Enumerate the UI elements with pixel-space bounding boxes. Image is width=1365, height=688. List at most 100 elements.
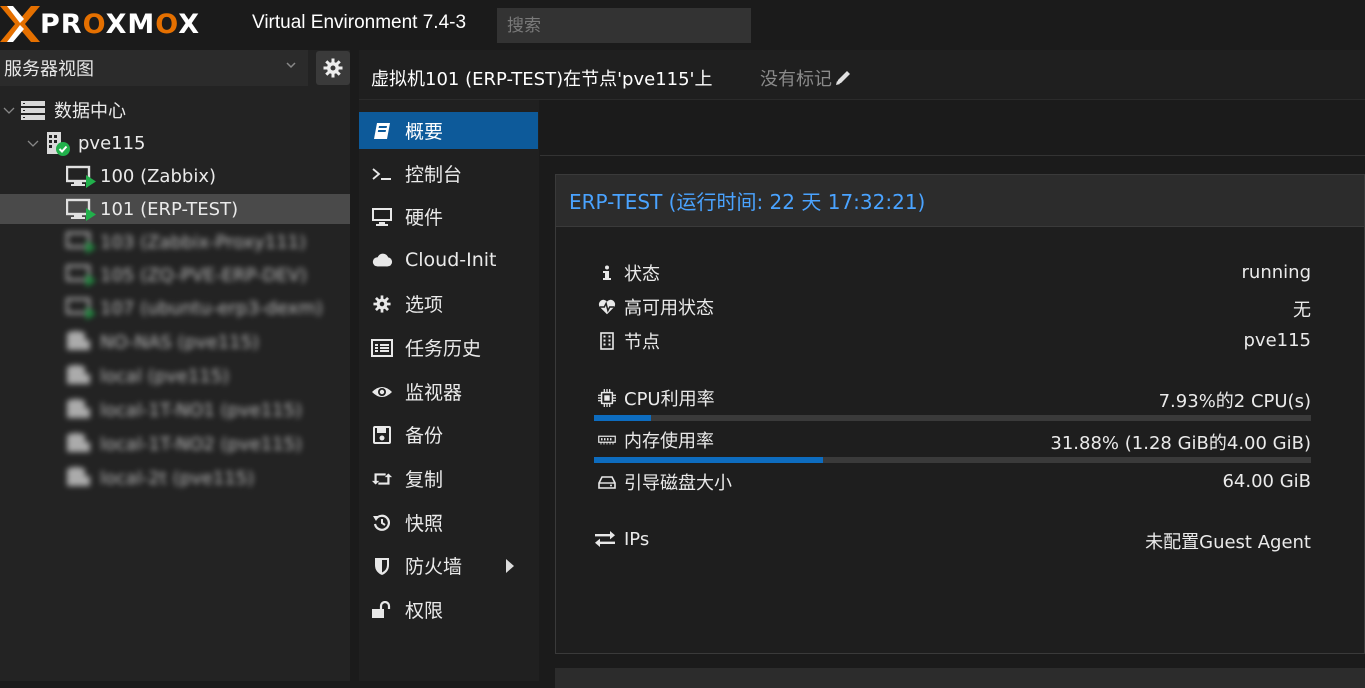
info-icon: [598, 264, 616, 282]
row-value: pve115: [1243, 330, 1311, 351]
content-header: 虚拟机101 (ERP-TEST)在节点'pve115'上 没有标记: [359, 50, 1365, 100]
tree-item-label: 数据中心: [54, 101, 126, 122]
tree-item-label: 100 (Zabbix): [100, 165, 216, 187]
tree-item-label: local-1T-NO1 (pve115): [100, 399, 303, 421]
panel-splitter[interactable]: [350, 50, 359, 681]
tree-item-storage[interactable]: local (pve115): [66, 361, 229, 391]
tree-item-label: local-1T-NO2 (pve115): [100, 433, 303, 455]
nav-item-label: Cloud-Init: [405, 248, 497, 271]
tree-item-storage[interactable]: local-1T-NO1 (pve115): [66, 395, 302, 425]
chevron-down-icon[interactable]: [26, 136, 40, 150]
logo-text: PROXMOX: [40, 8, 201, 40]
view-settings-button[interactable]: [316, 51, 350, 85]
row-status: 状态 running: [598, 259, 1311, 287]
book-icon: [371, 120, 393, 142]
status-panel: ERP-TEST (运行时间: 22 天 17:32:21) 状态 runnin…: [555, 174, 1365, 654]
nav-item-label: 概要: [405, 121, 444, 143]
nav-item-replication[interactable]: 复制: [359, 460, 538, 497]
nav-item-cloud-init[interactable]: Cloud-Init: [359, 241, 538, 278]
tree-item-storage[interactable]: local-1T-NO2 (pve115): [66, 429, 302, 459]
tree-item-vm-100[interactable]: 100 (Zabbix): [65, 161, 216, 191]
terminal-icon: [371, 163, 393, 185]
eye-icon: [371, 381, 393, 403]
tree-item-label: 103 (Zabbix-Proxy111): [100, 231, 307, 253]
panel-title: ERP-TEST (运行时间: 22 天 17:32:21): [569, 190, 926, 214]
tree-item-storage[interactable]: NO-NAS (pve115): [66, 327, 259, 357]
status-panel-header: ERP-TEST (运行时间: 22 天 17:32:21): [556, 175, 1364, 227]
vm-title: 虚拟机101 (ERP-TEST)在节点'pve115'上: [371, 69, 713, 90]
submenu-arrow-icon[interactable]: [506, 559, 514, 573]
view-select[interactable]: 服务器视图: [0, 50, 308, 86]
nav-item-task-history[interactable]: 任务历史: [359, 329, 538, 366]
tree-item-storage[interactable]: local-2t (pve115): [66, 463, 254, 493]
nav-item-options[interactable]: 选项: [359, 285, 538, 322]
nav-item-console[interactable]: 控制台: [359, 155, 538, 192]
row-cpu-usage: CPU利用率 7.93%的2 CPU(s): [598, 384, 1311, 412]
nav-item-label: 硬件: [405, 207, 444, 229]
nav-item-label: 监视器: [405, 382, 463, 404]
tree-item-label: pve115: [78, 132, 146, 154]
shield-icon: [371, 555, 393, 577]
nav-item-firewall[interactable]: 防火墙: [359, 547, 538, 584]
tree-item-label: 107 (ubuntu-erp3-dexm): [100, 297, 323, 319]
chevron-down-icon: [286, 62, 296, 69]
retweet-icon: [371, 468, 393, 490]
datacenter-icon: [20, 98, 46, 122]
building-icon: [598, 332, 616, 350]
storage-icon: [66, 466, 92, 490]
row-value: running: [1241, 262, 1311, 283]
storage-icon: [66, 364, 92, 388]
storage-icon: [66, 398, 92, 422]
nav-item-permissions[interactable]: 权限: [359, 591, 538, 628]
node-online-icon: [44, 131, 70, 156]
nav-item-snapshots[interactable]: 快照: [359, 504, 538, 541]
row-ips: IPs 未配置Guest Agent: [594, 525, 1311, 553]
memory-icon: [598, 431, 616, 449]
row-label: CPU利用率: [624, 389, 715, 410]
pencil-icon[interactable]: [834, 69, 852, 87]
row-bootdisk-size: 引导磁盘大小 64.00 GiB: [598, 468, 1311, 496]
tree-item-vm-105[interactable]: 105 (ZQ-PVE-ERP-DEV): [65, 260, 307, 290]
tree-item-node[interactable]: pve115: [26, 128, 146, 158]
proxmox-logo[interactable]: PROXMOX: [0, 4, 200, 44]
nav-item-summary[interactable]: 概要: [359, 112, 538, 149]
nav-item-label: 防火墙: [405, 556, 463, 578]
row-label: 节点: [624, 332, 660, 353]
row-memory-usage: 内存使用率 31.88% (1.28 GiB的4.00 GiB): [598, 426, 1311, 454]
row-label: IPs: [624, 528, 650, 550]
tree-item-label: local (pve115): [100, 365, 230, 387]
search-input[interactable]: [497, 8, 751, 43]
vm-nav-menu: 概要 控制台 硬件 Cloud-Init 选项 任务历史 监视器 备份 复制 快…: [359, 100, 539, 681]
floppy-icon: [371, 424, 393, 446]
nav-item-backup[interactable]: 备份: [359, 416, 538, 453]
row-value: 无: [1293, 300, 1311, 321]
unlock-icon: [371, 599, 393, 621]
view-select-value: 服务器视图: [4, 59, 94, 80]
vm-running-icon: [65, 164, 96, 188]
history-icon: [371, 512, 393, 534]
resource-tree-panel: 服务器视图 数据中心 pve115 100 (Zabbix) 101 (ERP-…: [0, 50, 350, 681]
nav-item-hardware[interactable]: 硬件: [359, 198, 538, 235]
chevron-down-icon[interactable]: [2, 103, 16, 117]
row-ha-state: 高可用状态 无: [598, 293, 1311, 321]
nav-item-monitor[interactable]: 监视器: [359, 373, 538, 410]
summary-main: ERP-TEST (运行时间: 22 天 17:32:21) 状态 runnin…: [540, 100, 1365, 688]
exchange-icon: [594, 530, 616, 548]
hdd-icon: [598, 473, 616, 491]
tags-area[interactable]: 没有标记: [760, 65, 852, 91]
next-panel-header: [555, 668, 1365, 688]
cpu-usage-bar: [594, 415, 1311, 421]
tree-item-datacenter[interactable]: 数据中心: [2, 95, 126, 125]
cpu-icon: [598, 389, 616, 407]
tree-item-vm-101[interactable]: 101 (ERP-TEST): [0, 194, 350, 224]
cpu-usage-bar-fill: [594, 415, 651, 421]
row-label: 高可用状态: [624, 298, 714, 319]
tree-item-vm-103[interactable]: 103 (Zabbix-Proxy111): [65, 227, 307, 257]
tree-item-label: NO-NAS (pve115): [100, 331, 260, 353]
vm-running-icon: [65, 197, 96, 221]
gear-icon: [323, 58, 343, 78]
nav-item-label: 控制台: [405, 164, 463, 186]
memory-usage-bar: [594, 457, 1311, 463]
tree-item-vm-107[interactable]: 107 (ubuntu-erp3-dexm): [65, 293, 323, 323]
tree-item-label: 101 (ERP-TEST): [100, 198, 239, 220]
